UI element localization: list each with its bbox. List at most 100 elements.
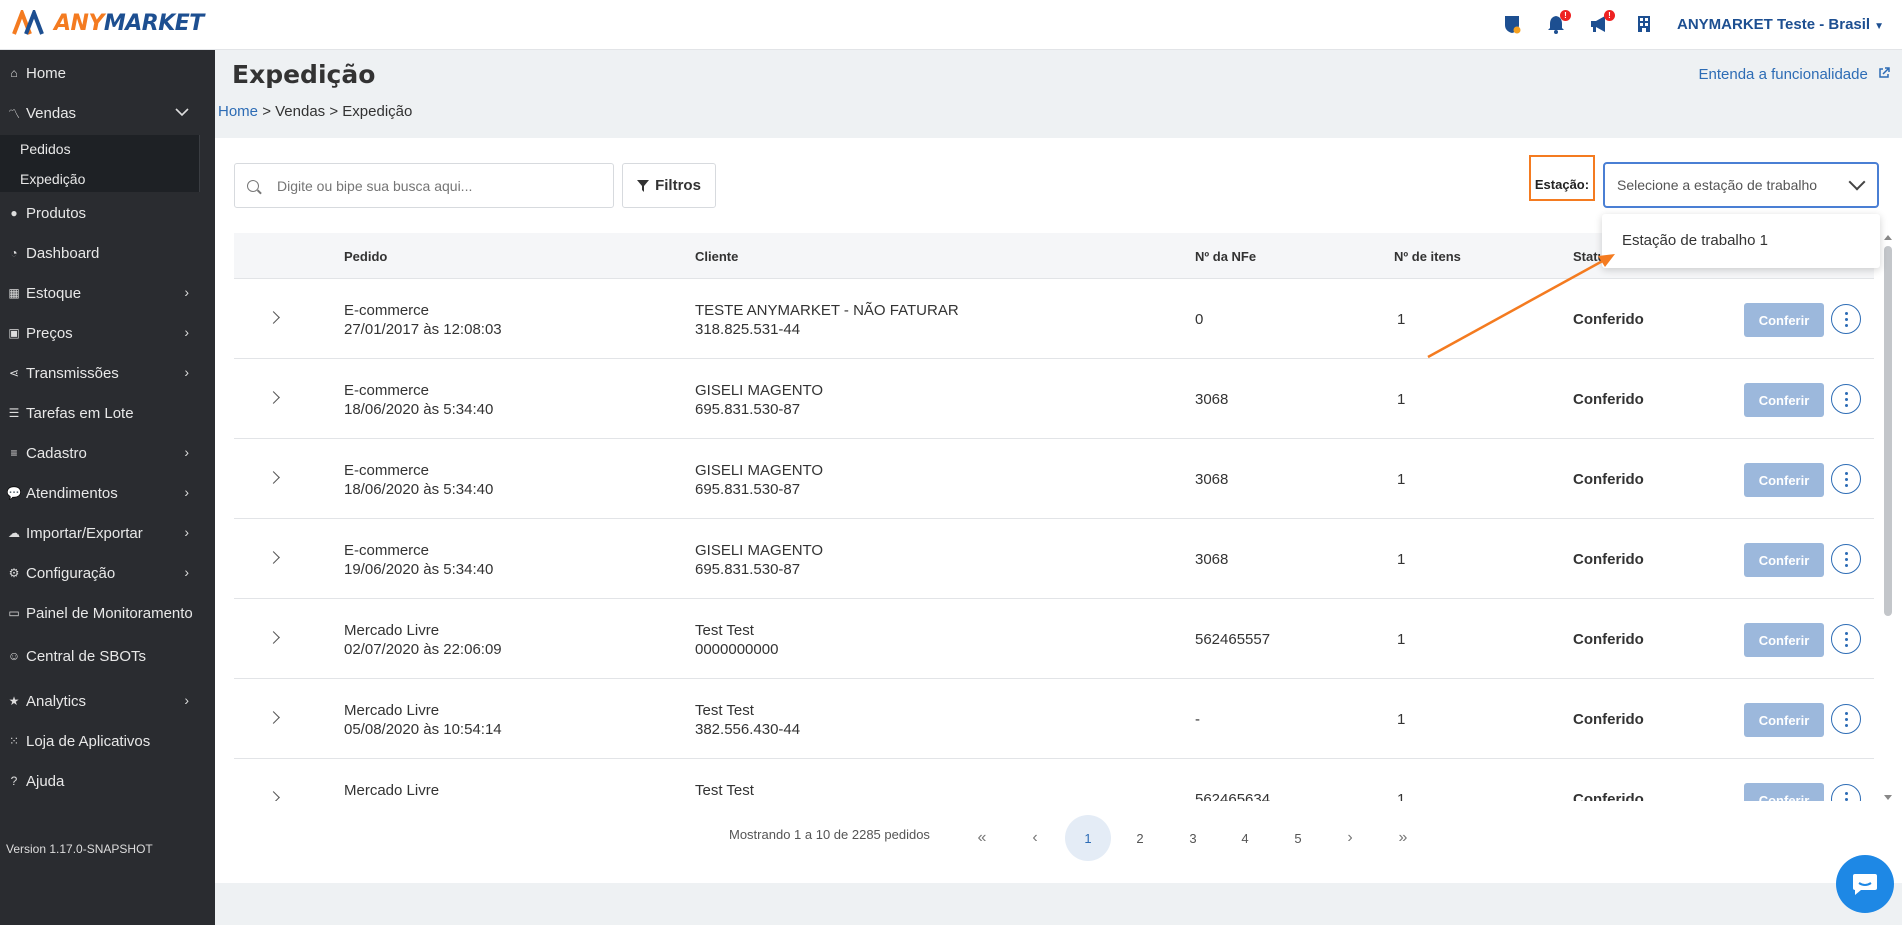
conferir-button[interactable]: Conferir (1744, 463, 1824, 497)
search-box[interactable] (234, 163, 614, 208)
chevron-down-icon (1848, 173, 1866, 191)
dashboard-icon: ◔ (10, 246, 18, 260)
conferir-button[interactable]: Conferir (1744, 623, 1824, 657)
scroll-up-icon[interactable] (1884, 235, 1892, 240)
sidebar-item-loja-aplicativos[interactable]: ⁙ Loja de Aplicativos (0, 726, 215, 756)
sidebar-item-painel-monitoramento[interactable]: ▭ Painel de Monitoramento (0, 598, 215, 628)
table-scrollbar[interactable] (1881, 234, 1893, 801)
page-3-button[interactable]: 3 (1170, 815, 1216, 861)
anymarket-logo[interactable]: ANYMARKET (12, 10, 204, 36)
page-2-button[interactable]: 2 (1117, 815, 1163, 861)
breadcrumb-vendas[interactable]: Vendas (275, 103, 325, 120)
header-pedido[interactable]: Pedido (344, 249, 387, 264)
client-name: Test Test (695, 782, 754, 799)
more-options-icon[interactable] (1831, 624, 1861, 654)
sidebar-item-ajuda[interactable]: ? Ajuda (0, 766, 215, 796)
status-cell: Conferido (1573, 551, 1644, 568)
expand-row-icon[interactable] (267, 311, 280, 324)
sidebar-item-estoque[interactable]: ▦ Estoque › (0, 278, 215, 308)
header-itens[interactable]: Nº de itens (1394, 249, 1461, 264)
sidebar-subitem-pedidos[interactable]: Pedidos (20, 141, 71, 157)
status-cell: Conferido (1573, 471, 1644, 488)
conferir-button[interactable]: Conferir (1744, 543, 1824, 577)
conferir-button[interactable]: Conferir (1744, 783, 1824, 801)
scroll-thumb[interactable] (1884, 246, 1892, 616)
table-row[interactable]: E-commerce 18/06/2020 às 5:34:40 GISELI MA… (234, 439, 1874, 519)
sidebar-item-atendimentos[interactable]: 💬 Atendimentos › (0, 478, 215, 508)
expand-row-icon[interactable] (267, 711, 280, 724)
sidebar-item-produtos[interactable]: ● Produtos (0, 198, 215, 228)
expand-row-icon[interactable] (267, 791, 280, 801)
help-link[interactable]: Entenda a funcionalidade (1699, 66, 1890, 83)
page-1-button[interactable]: 1 (1065, 815, 1111, 861)
sidebar-item-configuracao[interactable]: ⚙ Configuração › (0, 558, 215, 588)
search-icon (247, 179, 259, 192)
page-5-button[interactable]: 5 (1275, 815, 1321, 861)
station-label: Estação: (1529, 155, 1595, 201)
more-options-icon[interactable] (1831, 784, 1861, 801)
sidebar-item-cadastro[interactable]: ≡ Cadastro › (0, 438, 215, 468)
table-row[interactable]: Mercado Livre 05/08/2020 às 10:54:14 Test … (234, 679, 1874, 759)
client-document: 695.831.530-87 (695, 401, 801, 418)
table-row[interactable]: E-commerce 18/06/2020 às 5:34:40 GISELI MA… (234, 359, 1874, 439)
sidebar-item-transmissoes[interactable]: ⋖ Transmissões › (0, 358, 215, 388)
next-page-button[interactable]: › (1327, 815, 1373, 861)
chat-button[interactable] (1836, 855, 1894, 913)
more-options-icon[interactable] (1831, 464, 1861, 494)
conferir-button[interactable]: Conferir (1744, 303, 1824, 337)
client-name: GISELI MAGENTO (695, 382, 824, 399)
more-options-icon[interactable] (1831, 384, 1861, 414)
scroll-down-icon[interactable] (1884, 795, 1892, 800)
client-document: 382.556.430-44 (695, 721, 801, 738)
search-input[interactable] (277, 177, 577, 194)
expand-row-icon[interactable] (267, 391, 280, 404)
sidebar-subitem-expedicao[interactable]: Expedição (20, 171, 85, 187)
more-options-icon[interactable] (1831, 544, 1861, 574)
sidebar-item-dashboard[interactable]: ◔ Dashboard (0, 238, 215, 268)
bell-icon[interactable]: ! (1545, 10, 1571, 35)
table-row[interactable]: Mercado Livre Test Test 562465634 1 Conferid… (234, 759, 1874, 801)
sidebar-item-vendas[interactable]: 〽 Vendas (0, 98, 215, 128)
sidebar-item-home[interactable]: ⌂ Home (0, 58, 215, 88)
breadcrumb-home[interactable]: Home (218, 103, 258, 120)
header-nfe[interactable]: Nº da NFe (1195, 249, 1256, 264)
sidebar-item-central-sbots[interactable]: ☺ Central de SBOTs (0, 641, 215, 671)
sidebar-item-importar-exportar[interactable]: ☁ Importar/Exportar › (0, 518, 215, 548)
status-cell: Conferido (1573, 391, 1644, 408)
page-4-button[interactable]: 4 (1222, 815, 1268, 861)
account-menu[interactable]: ANYMARKET Teste - Brasil ▼ (1677, 16, 1884, 33)
header-cliente[interactable]: Cliente (695, 249, 738, 264)
prev-page-button[interactable]: ‹ (1012, 815, 1058, 861)
table-body: E-commerce 27/01/2017 às 12:08:03 TESTE AN… (234, 279, 1874, 801)
shield-badge-icon[interactable] (1501, 13, 1523, 35)
sidebar-item-tarefas-em-lote[interactable]: ☰ Tarefas em Lote (0, 398, 215, 428)
station-option[interactable]: Estação de trabalho 1 (1622, 232, 1768, 249)
external-link-icon (1879, 67, 1890, 78)
pagination: Mostrando 1 a 10 de 2285 pedidos « ‹ 1 2… (215, 810, 1902, 861)
top-actions: ! ! ANYMARKET Teste - Brasil ▼ (1501, 10, 1884, 35)
table-row[interactable]: E-commerce 27/01/2017 às 12:08:03 TESTE AN… (234, 279, 1874, 359)
last-page-button[interactable]: » (1380, 815, 1426, 861)
sidebar-item-analytics[interactable]: ★ Analytics › (0, 686, 215, 716)
first-page-button[interactable]: « (959, 815, 1005, 861)
megaphone-icon[interactable]: ! (1589, 10, 1615, 35)
sidebar-item-precos[interactable]: ▣ Preços › (0, 318, 215, 348)
building-icon[interactable] (1633, 13, 1655, 35)
top-bar: ANYMARKET ! ! ANYMARKET Teste - Brasil ▼ (0, 0, 1902, 50)
robot-icon: ☺ (7, 649, 21, 663)
table-row[interactable]: E-commerce 19/06/2020 às 5:34:40 GISELI MA… (234, 519, 1874, 599)
more-options-icon[interactable] (1831, 704, 1861, 734)
order-channel: Mercado Livre (344, 622, 440, 639)
expand-row-icon[interactable] (267, 551, 280, 564)
station-select[interactable]: Selecione a estação de trabalho (1603, 162, 1879, 208)
status-cell: Conferido (1573, 711, 1644, 728)
conferir-button[interactable]: Conferir (1744, 383, 1824, 417)
nfe-cell: 562465557 (1195, 631, 1271, 648)
more-options-icon[interactable] (1831, 304, 1861, 334)
expand-row-icon[interactable] (267, 631, 280, 644)
expand-row-icon[interactable] (267, 471, 280, 484)
filters-button[interactable]: Filtros (622, 163, 716, 208)
chevron-right-icon: › (184, 444, 189, 460)
conferir-button[interactable]: Conferir (1744, 703, 1824, 737)
table-row[interactable]: Mercado Livre 02/07/2020 às 22:06:09 Test … (234, 599, 1874, 679)
